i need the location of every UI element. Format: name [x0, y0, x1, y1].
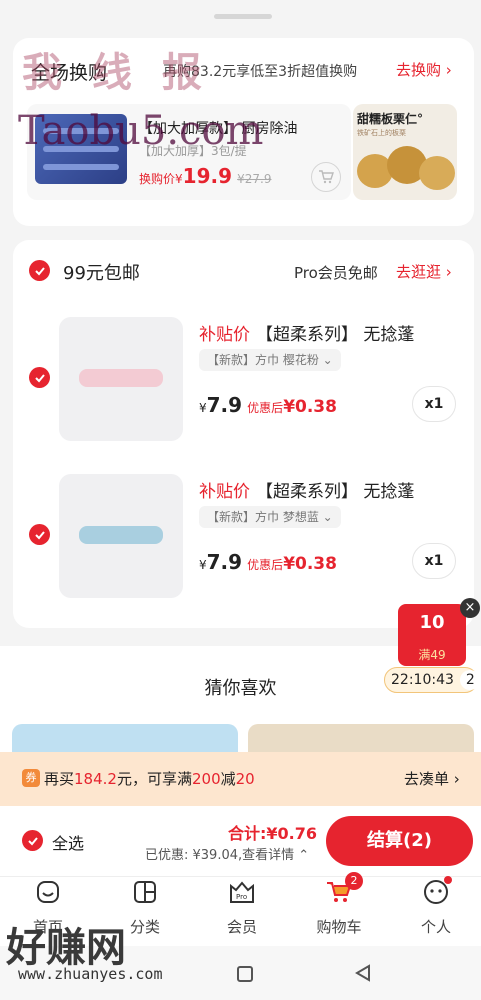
exchange-link[interactable]: 去换购 ›	[396, 59, 452, 80]
check-icon	[34, 266, 45, 275]
exchange-subtitle: 再购83.2元享低至3折超值换购	[163, 64, 358, 80]
nav-profile[interactable]: 个人	[406, 876, 466, 937]
cart-card: 99元包邮 Pro会员免邮 去逛逛 › 补贴价 【超柔系列】 无捻蓬 【新款】方巾…	[13, 240, 474, 628]
total-amount: 合计:¥0.76	[228, 824, 318, 843]
quantity-stepper[interactable]: x1	[412, 386, 456, 422]
product-price: ¥7.9 优惠后¥0.38	[199, 550, 337, 574]
coupon-timer: 22:10:43 2	[384, 667, 481, 693]
pro-text: Pro会员免邮	[294, 264, 378, 282]
back-icon[interactable]	[355, 964, 371, 986]
nav-cart[interactable]: 2 购物车	[309, 872, 369, 937]
home-icon	[34, 878, 62, 906]
savings-details[interactable]: 已优惠: ¥39.04,查看详情 ⌃	[145, 844, 309, 863]
category-icon	[131, 878, 159, 906]
towel-image	[79, 526, 163, 544]
wipes-product-image	[35, 114, 127, 184]
product-title[interactable]: 补贴价 【超柔系列】 无捻蓬	[199, 477, 414, 502]
product-checkbox[interactable]	[29, 367, 50, 388]
chevron-up-icon: ⌃	[298, 848, 310, 863]
checkout-button[interactable]: 结算(2)	[326, 816, 473, 866]
cart-icon	[319, 170, 334, 184]
product-price: ¥7.9 优惠后¥0.38	[199, 393, 337, 417]
exchange-card: 全场换购 再购83.2元享低至3折超值换购 去换购 › 【加大加厚款】 厨房除油…	[13, 38, 474, 226]
product-image[interactable]	[59, 317, 183, 441]
chestnut-image	[419, 156, 455, 190]
coupon-condition: 满49	[418, 648, 446, 662]
exchange-item-spec: 【加大加厚】3包/提	[139, 144, 247, 158]
spec-selector[interactable]: 【新款】方巾 樱花粉 ⌄	[199, 349, 341, 371]
chevron-right-icon: ›	[453, 770, 460, 788]
product-image[interactable]	[59, 474, 183, 598]
drag-handle[interactable]	[214, 14, 272, 19]
towel-image	[79, 369, 163, 387]
check-icon	[27, 836, 38, 845]
chestnut-sub: 铁矿石上的板栗	[357, 129, 406, 137]
chestnut-label: 甜糯板栗仁°	[357, 112, 424, 126]
profile-icon	[422, 876, 452, 906]
notification-dot	[444, 876, 452, 884]
product-title[interactable]: 补贴价 【超柔系列】 无捻蓬	[199, 320, 414, 345]
exchange-title: 全场换购	[31, 62, 108, 84]
chevron-down-icon: ⌄	[322, 510, 333, 524]
cart-badge: 2	[345, 872, 363, 890]
promo-link[interactable]: 去凑单 ›	[404, 768, 460, 789]
nav-category[interactable]: 分类	[115, 878, 175, 937]
promo-text: 再买184.2元，可享满200减20	[44, 770, 255, 788]
coupon-widget[interactable]: 10 满49	[398, 604, 466, 666]
exchange-item[interactable]: 【加大加厚款】 厨房除油 【加大加厚】3包/提 换购价¥19.9 ¥27.9	[27, 104, 351, 200]
nav-home[interactable]: 首页	[18, 878, 78, 937]
subsidy-tag: 补贴价	[199, 325, 250, 345]
coupon-icon: 券	[22, 769, 40, 787]
quantity-stepper[interactable]: x1	[412, 543, 456, 579]
original-price: ¥27.9	[237, 172, 272, 186]
check-icon	[34, 373, 45, 382]
browse-link[interactable]: 去逛逛 ›	[396, 261, 452, 282]
chevron-right-icon: ›	[445, 263, 452, 281]
coupon-count: 2	[460, 670, 481, 690]
add-cart-button[interactable]	[311, 162, 341, 192]
home-system-icon[interactable]	[237, 966, 253, 982]
exchange-item-name: 【加大加厚款】 厨房除油	[139, 121, 298, 137]
check-icon	[34, 530, 45, 539]
exchange-price: 换购价¥19.9 ¥27.9	[139, 164, 272, 188]
cart-icon: 2	[325, 872, 363, 906]
shop-checkbox[interactable]	[29, 260, 50, 281]
shipping-title: 99元包邮	[63, 263, 140, 284]
pro-icon: Pro	[228, 878, 256, 906]
select-all-checkbox[interactable]	[22, 830, 43, 851]
svg-text:Pro: Pro	[236, 893, 247, 901]
spec-selector[interactable]: 【新款】方巾 梦想蓝 ⌄	[199, 506, 341, 528]
checkout-bar: 全选 合计:¥0.76 已优惠: ¥39.04,查看详情 ⌃ 结算(2)	[0, 806, 481, 876]
chevron-right-icon: ›	[445, 61, 452, 79]
chestnut-product[interactable]: 甜糯板栗仁° 铁矿石上的板栗	[353, 104, 457, 200]
product-checkbox[interactable]	[29, 524, 50, 545]
promo-bar[interactable]: 券 再买184.2元，可享满200减20 去凑单 ›	[0, 752, 481, 806]
nav-member[interactable]: Pro 会员	[212, 878, 272, 937]
system-nav	[0, 946, 481, 1000]
coupon-amount: 10	[419, 612, 445, 633]
chevron-down-icon: ⌄	[322, 353, 333, 367]
select-all-label[interactable]: 全选	[52, 830, 84, 854]
subsidy-tag: 补贴价	[199, 482, 250, 502]
close-icon[interactable]: ×	[460, 598, 480, 618]
